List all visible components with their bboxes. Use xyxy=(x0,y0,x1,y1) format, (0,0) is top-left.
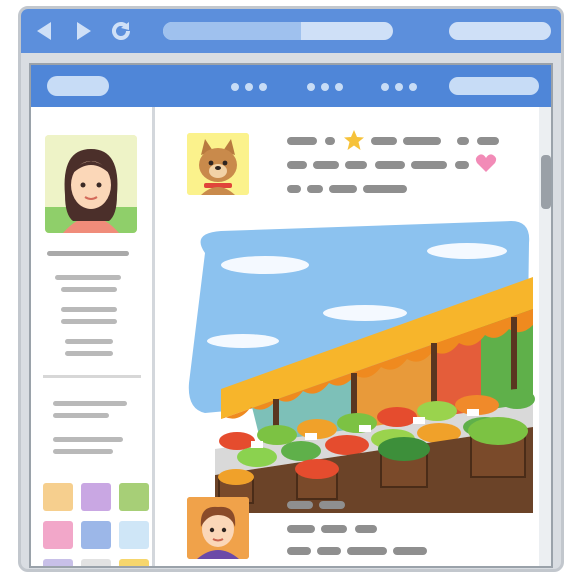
scrollbar-thumb[interactable] xyxy=(541,155,551,209)
sidebar-divider xyxy=(43,375,141,378)
post-text xyxy=(319,501,345,509)
post-text xyxy=(321,525,347,533)
post-text xyxy=(347,547,387,555)
post-text xyxy=(287,547,311,555)
profile-info-line xyxy=(65,351,113,356)
post-text xyxy=(329,185,357,193)
photo-thumbnail[interactable] xyxy=(119,559,149,566)
back-arrow-icon[interactable] xyxy=(33,19,57,43)
photo-thumbnail[interactable] xyxy=(43,483,73,511)
post-text xyxy=(363,185,407,193)
reload-icon[interactable] xyxy=(109,19,133,43)
post-text xyxy=(455,161,469,169)
profile-sidebar xyxy=(31,107,155,566)
photo-thumbnail[interactable] xyxy=(81,483,111,511)
address-loading-bar xyxy=(163,22,301,40)
nav-menu-item-1[interactable] xyxy=(231,83,267,91)
post-author-text xyxy=(287,501,313,509)
sidebar-link[interactable] xyxy=(53,413,109,418)
site-header xyxy=(31,65,551,107)
photo-thumbnail[interactable] xyxy=(119,521,149,549)
post-text xyxy=(307,185,323,193)
dog-icon[interactable] xyxy=(187,133,249,195)
market-stall-photo[interactable] xyxy=(181,213,541,513)
sidebar-link[interactable] xyxy=(53,449,113,454)
post-text xyxy=(371,137,397,145)
profile-name xyxy=(47,251,129,256)
photo-thumbnail[interactable] xyxy=(43,521,73,549)
illustration xyxy=(0,0,572,576)
sidebar-link[interactable] xyxy=(53,401,127,406)
photo-thumbnail[interactable] xyxy=(81,521,111,549)
sidebar-link[interactable] xyxy=(53,437,123,442)
browser-toolbar xyxy=(21,9,561,53)
login-button[interactable] xyxy=(449,77,539,95)
photo-thumbnail[interactable] xyxy=(81,559,111,566)
post-text xyxy=(287,525,315,533)
profile-info-line xyxy=(61,287,117,292)
page-scrollbar[interactable] xyxy=(539,107,551,566)
photo-thumbnail[interactable] xyxy=(119,483,149,511)
post-text xyxy=(457,137,469,145)
heart-icon[interactable] xyxy=(475,153,497,173)
profile-info-line xyxy=(61,307,117,312)
boy-avatar-icon[interactable] xyxy=(187,497,249,559)
address-bar[interactable] xyxy=(163,22,393,40)
browser-search-box[interactable] xyxy=(449,22,551,40)
post-text xyxy=(317,547,341,555)
post-text xyxy=(313,161,339,169)
profile-info-line xyxy=(61,319,117,324)
photo-thumbnail[interactable] xyxy=(43,559,73,566)
nav-menu-item-2[interactable] xyxy=(307,83,343,91)
star-icon[interactable] xyxy=(343,129,365,151)
browser-window xyxy=(18,6,564,572)
post-text xyxy=(393,547,427,555)
post-text xyxy=(403,137,441,145)
profile-info-line xyxy=(65,339,113,344)
woman-avatar-icon[interactable] xyxy=(45,135,137,233)
post-text xyxy=(325,137,335,145)
forward-arrow-icon[interactable] xyxy=(71,19,95,43)
post-text xyxy=(477,137,499,145)
post-text xyxy=(375,161,405,169)
nav-menu-item-3[interactable] xyxy=(381,83,417,91)
web-page xyxy=(29,63,553,568)
post-text xyxy=(411,161,447,169)
post-text xyxy=(355,525,377,533)
post-text xyxy=(345,161,367,169)
post-text xyxy=(287,161,307,169)
post-text xyxy=(287,185,301,193)
profile-info-line xyxy=(55,275,121,280)
site-logo[interactable] xyxy=(47,76,109,96)
post-author-text xyxy=(287,137,317,145)
